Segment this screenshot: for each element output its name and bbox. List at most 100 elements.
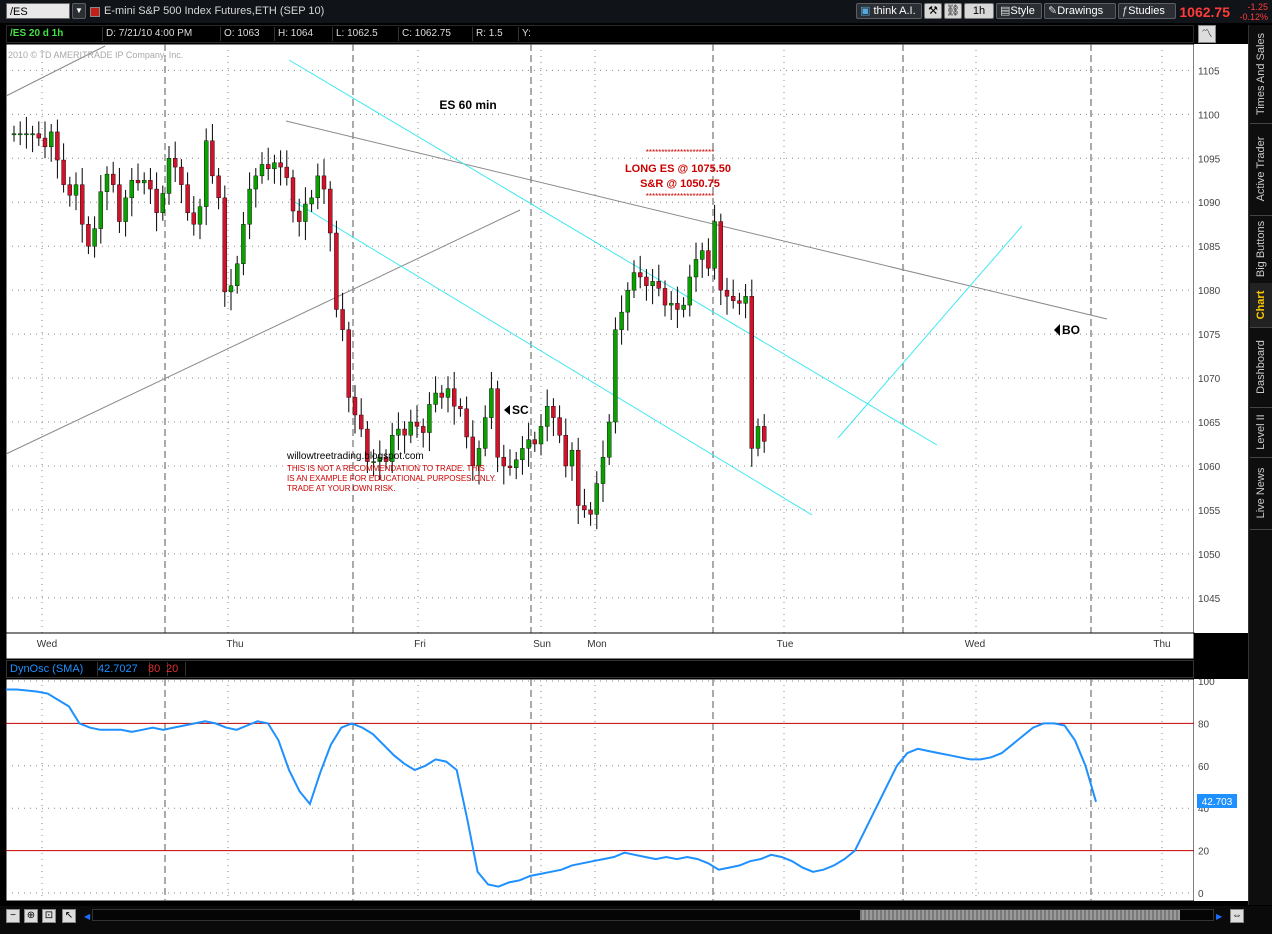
sc-marker-label: SC (512, 403, 529, 417)
candle-body (18, 133, 23, 136)
quote-symbol[interactable]: /ES 20 d 1h (7, 27, 103, 41)
candle-body (36, 133, 41, 139)
candle-body (309, 197, 314, 205)
candle-body (172, 158, 178, 168)
zoom-out-icon[interactable]: − (6, 909, 20, 923)
scroll-right-icon[interactable]: ▶ (1216, 912, 1222, 921)
candle-body (563, 435, 568, 467)
trade-note-long: LONG ES @ 1075.50 (625, 163, 731, 175)
osc-panel-bg (5, 679, 1195, 902)
candle-body (421, 426, 426, 433)
osc-tick-label: 60 (1198, 762, 1210, 773)
quote-y: Y: (522, 28, 531, 39)
day-label: Tue (777, 639, 794, 650)
scroll-end-icon[interactable]: ⇔ (1230, 909, 1244, 923)
tab-level-ii[interactable]: Level II (1250, 407, 1272, 458)
candle-body (98, 191, 104, 229)
candle-body (433, 392, 438, 405)
candle-body (619, 311, 624, 330)
candle-body (24, 133, 29, 136)
tab-active-trader[interactable]: Active Trader (1250, 123, 1272, 216)
trade-note-stars-bottom: ********************** (646, 192, 715, 201)
think-ai-button[interactable]: ▣ think A.I. (856, 3, 922, 19)
side-panel: Times And Sales Active Trader Big Button… (1248, 25, 1272, 905)
candle-body (241, 224, 246, 264)
osc-value-badge-text: 42.703 (1202, 797, 1233, 808)
tab-live-news[interactable]: Live News (1250, 457, 1272, 530)
study-name[interactable]: DynOsc (SMA) (7, 662, 98, 676)
drawings-button[interactable]: ✎Drawings (1044, 3, 1116, 19)
candle-body (607, 421, 612, 458)
study-header: DynOsc (SMA) 42.7027 80 20 (6, 660, 1194, 678)
candle-body (675, 303, 680, 310)
candle-body (346, 329, 351, 398)
osc-grid (5, 679, 1248, 902)
trade-note-snr: S&R @ 1050.75 (640, 178, 720, 190)
candle-body (135, 180, 141, 184)
candle-body (86, 224, 91, 247)
timeframe-button[interactable]: 1h (964, 3, 994, 19)
pointer-icon[interactable]: ↖ (62, 909, 76, 923)
candle-body (203, 140, 209, 207)
candle-body (650, 281, 655, 286)
time-axis: Thu Fri Sun Mon Tue Wed Thu Wed (5, 632, 1195, 660)
candle-body (631, 272, 637, 291)
tab-times-and-sales[interactable]: Times And Sales (1250, 25, 1272, 124)
chart-settings-icon[interactable]: 〽 (1198, 25, 1216, 43)
bo-marker-label: BO (1062, 323, 1080, 337)
copyright-text: 2010 © TD AMERITRADE IP Company, Inc. (8, 50, 183, 60)
zoom-in-icon[interactable]: ⊕ (24, 909, 38, 923)
candle-body (507, 465, 513, 468)
studies-button[interactable]: ƒStudies (1118, 3, 1176, 19)
candle-body (464, 408, 469, 438)
oscillator-chart[interactable]: 020406080100 42.703 (0, 679, 1248, 905)
quote-close: C: 1062.75 (399, 27, 473, 41)
scroll-left-icon[interactable]: ◀ (84, 912, 90, 921)
scrollbar-thumb[interactable] (860, 910, 1180, 920)
disclaimer-line-2: IS AN EXAMPLE FOR EDUCATIONAL PURPOSES O… (287, 474, 496, 483)
candle-body (141, 180, 147, 184)
osc-tick-label: 0 (1198, 889, 1204, 900)
drawing-tools-icon[interactable]: ⚒ (924, 3, 942, 19)
candle-body (545, 405, 550, 427)
symbol-dropdown-icon[interactable]: ▼ (72, 3, 86, 19)
candle-body (154, 188, 159, 213)
price-chart[interactable]: 1045 1050 1055 1060 1065 1070 1075 1080 1085 1090… (0, 44, 1248, 660)
tab-dashboard[interactable]: Dashboard (1250, 327, 1272, 408)
candle-body (117, 184, 122, 222)
candle-body (427, 404, 432, 433)
candle-body (197, 206, 203, 225)
price-tick-label: 1090 (1198, 198, 1221, 209)
candle-body (55, 131, 60, 161)
price-panel-bg (5, 44, 1195, 634)
percent-change: -0.12% (1239, 12, 1268, 22)
style-button[interactable]: ▤Style (996, 3, 1042, 19)
candle-body (526, 439, 531, 449)
price-tick-label: 1055 (1198, 506, 1221, 517)
candle-body (501, 456, 506, 467)
candle-body (452, 388, 457, 407)
blog-url: willowtreetrading.blogspot.com (286, 451, 424, 462)
tab-chart[interactable]: Chart (1250, 283, 1272, 328)
osc-tick-label: 20 (1198, 847, 1210, 858)
price-tick-label: 1050 (1198, 550, 1221, 561)
quote-open: O: 1063 (221, 27, 275, 41)
osc-tick-label: 100 (1198, 679, 1215, 688)
candle-body (687, 276, 692, 306)
candle-body (724, 289, 730, 297)
candle-body (737, 300, 742, 304)
candle-body (762, 426, 767, 442)
price-tick-label: 1075 (1198, 330, 1221, 341)
candle-body (67, 184, 73, 196)
day-label: Sun (533, 639, 551, 650)
symbol-color-icon (90, 7, 100, 17)
candle-body (712, 221, 717, 269)
symbol-input[interactable]: /ES (6, 3, 70, 19)
candle-body (656, 281, 661, 289)
candle-body (662, 288, 668, 306)
candle-body (185, 184, 190, 213)
tab-big-buttons[interactable]: Big Buttons (1250, 215, 1272, 284)
think-ai-icon: ▣ (860, 5, 871, 17)
link-icon[interactable]: ⛓ (944, 3, 962, 19)
zoom-area-icon[interactable]: ⊡ (42, 909, 56, 923)
